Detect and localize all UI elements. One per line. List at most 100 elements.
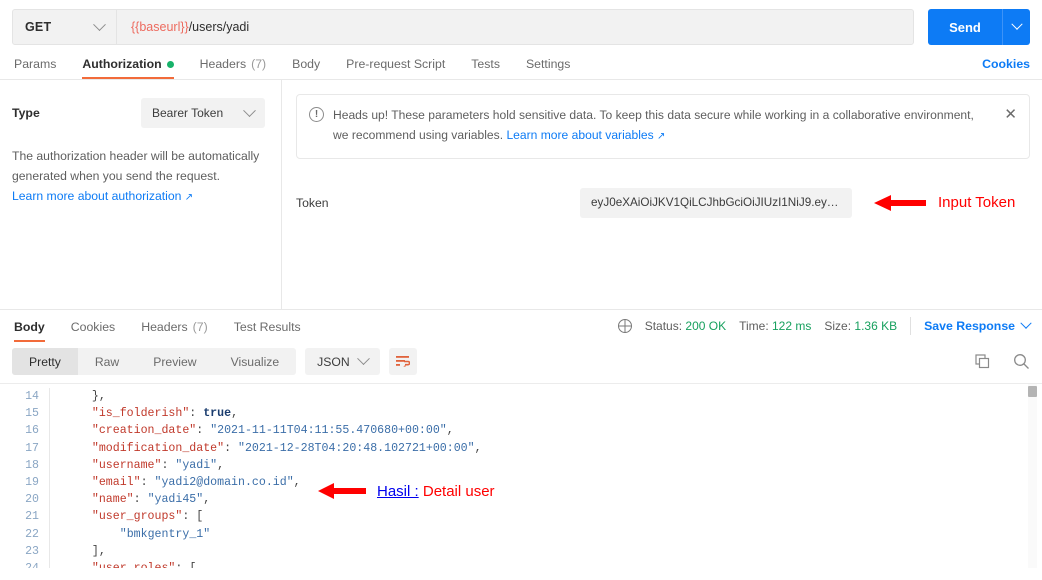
view-mode-raw[interactable]: Raw (78, 348, 136, 375)
tab-count: (7) (192, 320, 208, 334)
authorization-panel: Type Bearer Token The authorization head… (0, 80, 1042, 310)
vertical-scrollbar-thumb[interactable] (1028, 386, 1037, 397)
status-value: 200 OK (685, 319, 727, 333)
auth-type-row: Type Bearer Token (12, 98, 265, 128)
tab-pre-request-script[interactable]: Pre-request Script (333, 57, 458, 79)
close-icon[interactable]: ✕ (998, 107, 1017, 122)
auth-fields-column: ! Heads up! These parameters hold sensit… (282, 80, 1042, 309)
line-number: 24 (0, 560, 39, 568)
token-input[interactable]: eyJ0eXAiOiJKV1QiLCJhbGciOiJIUzI1NiJ9.ey… (580, 187, 852, 218)
globe-icon (617, 319, 632, 333)
response-tabs: Body Cookies Headers (7) Test Results St… (0, 312, 1042, 342)
line-number: 17 (25, 441, 39, 455)
save-response-button[interactable]: Save Response (924, 317, 1032, 333)
line-number: 21 (25, 510, 39, 524)
code-line: "creation_date": "2021-11-11T04:11:55.47… (91, 424, 454, 438)
tab-label: Authorization (82, 57, 162, 71)
tab-authorization[interactable]: Authorization (69, 57, 186, 79)
code-line: "username": "yadi", (91, 458, 225, 472)
status-group: Status: 200 OK (645, 319, 726, 333)
status-dot-icon (166, 60, 174, 68)
line-number: 22 (25, 527, 39, 541)
annotation-detail-user: Hasil : Detail user (318, 482, 495, 500)
line-number: 18 (25, 458, 39, 472)
send-options-button[interactable] (1002, 9, 1030, 45)
external-link-icon: ↗ (184, 192, 194, 204)
tab-response-cookies[interactable]: Cookies (58, 320, 128, 342)
filter-icon (396, 356, 411, 367)
tab-count: (7) (251, 57, 267, 71)
code-line: "user_roles": [ (64, 560, 1042, 568)
sensitive-data-banner: ! Heads up! These parameters hold sensit… (296, 94, 1030, 159)
status-label: Status: (644, 319, 683, 333)
arrow-left-icon (874, 194, 926, 211)
tab-settings[interactable]: Settings (513, 57, 583, 79)
tab-body[interactable]: Body (279, 57, 333, 79)
learn-more-authorization-link[interactable]: Learn more about authorization ↗ (12, 189, 193, 203)
line-number: 14 (25, 390, 39, 403)
banner-text-wrap: Heads up! These parameters hold sensitiv… (333, 106, 989, 146)
auth-type-select[interactable]: Bearer Token (141, 98, 265, 128)
send-button[interactable]: Send (928, 9, 1002, 45)
external-link-icon: ↗ (657, 130, 666, 142)
response-format-value: JSON (317, 354, 350, 369)
link-label: Learn more about variables (506, 127, 654, 142)
auth-type-column: Type Bearer Token The authorization head… (0, 80, 282, 309)
search-icon[interactable] (1013, 353, 1030, 370)
auth-description: The authorization header will be automat… (12, 146, 265, 207)
chevron-down-icon (356, 352, 370, 366)
cookies-link[interactable]: Cookies (982, 57, 1030, 79)
link-label: Learn more about authorization (12, 189, 182, 204)
send-button-group: Send (928, 9, 1030, 45)
learn-more-variables-link[interactable]: Learn more about variables ↗ (506, 128, 665, 142)
code-content[interactable]: }, "is_folderish": true, "creation_date"… (50, 388, 1042, 568)
line-number: 19 (25, 476, 39, 490)
tab-test-results[interactable]: Test Results (221, 320, 314, 342)
chevron-down-icon (1010, 18, 1023, 30)
tab-response-headers[interactable]: Headers (7) (128, 320, 221, 342)
url-variable-token: {{baseurl}} (131, 20, 189, 34)
view-mode-visualize[interactable]: Visualize (214, 348, 297, 375)
tab-label: Tests (471, 57, 500, 71)
auth-description-text: The authorization header will be automat… (12, 149, 260, 184)
info-icon: ! (309, 107, 324, 122)
tab-tests[interactable]: Tests (458, 57, 513, 79)
tab-label: Params (14, 57, 57, 71)
code-line: "name": "yadi45", (91, 493, 211, 507)
code-line: "user_groups": [ (91, 510, 204, 524)
http-method-label: GET (25, 20, 52, 34)
vertical-scrollbar-track[interactable] (1028, 384, 1037, 568)
view-mode-group: Pretty Raw Preview Visualize (12, 348, 297, 375)
token-label: Token (296, 195, 329, 210)
chevron-down-icon (1020, 317, 1032, 329)
annotation-label: Hasil : Detail user (377, 483, 495, 500)
annotation-label: Input Token (938, 194, 1016, 212)
save-response-label: Save Response (924, 319, 1015, 333)
response-body-viewer[interactable]: 14 15 16 17 18 19 20 21 22 23 24 }, "is_folderish"… (0, 383, 1042, 568)
tab-response-body[interactable]: Body (12, 320, 58, 342)
tab-headers[interactable]: Headers (7) (187, 57, 280, 79)
code-line: ], (91, 544, 106, 558)
response-format-select[interactable]: JSON (305, 348, 380, 375)
request-url-bar: GET {{baseurl}}/users/yadi Send (0, 0, 1042, 48)
tab-label: Body (292, 57, 321, 71)
annotation-suffix: Detail user (422, 482, 495, 500)
http-method-select[interactable]: GET (13, 10, 117, 44)
url-input[interactable]: {{baseurl}}/users/yadi (117, 10, 913, 44)
tab-label: Headers (141, 320, 188, 334)
view-mode-pretty[interactable]: Pretty (12, 348, 78, 375)
tab-label: Cookies (70, 320, 116, 334)
size-group: Size: 1.36 KB (824, 319, 897, 333)
divider (910, 317, 912, 335)
tab-params[interactable]: Params (12, 57, 69, 79)
time-value: 122 ms (772, 319, 812, 333)
copy-icon[interactable] (975, 353, 991, 370)
wrap-lines-button[interactable] (388, 348, 417, 375)
code-line: }, (91, 390, 106, 403)
view-mode-preview[interactable]: Preview (136, 348, 213, 375)
time-group: Time: 122 ms (739, 319, 811, 333)
url-path-text: /users/yadi (188, 20, 250, 34)
code-line: "modification_date": "2021-12-28T04:20:4… (91, 441, 482, 455)
line-number: 20 (25, 493, 39, 507)
auth-type-label: Type (12, 106, 40, 120)
